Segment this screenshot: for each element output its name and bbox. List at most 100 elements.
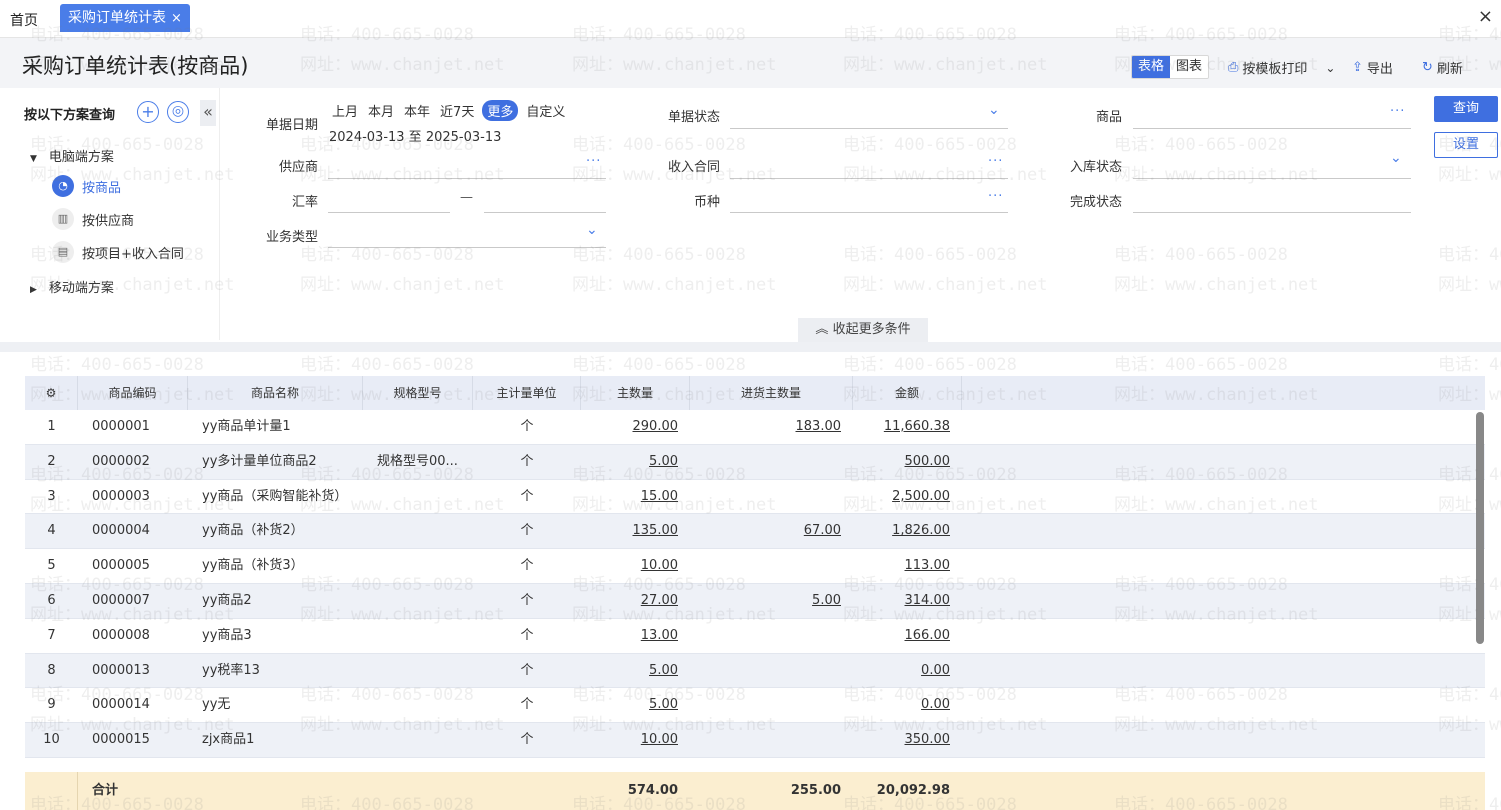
chevron-down-icon[interactable]: ⌄	[988, 102, 1000, 118]
window-close-icon[interactable]: ×	[1478, 6, 1493, 27]
drilldown-link[interactable]: 5.00	[649, 454, 678, 469]
table-row[interactable]: 3 0000003 yy商品（采购智能补货） 个 15.00 2,500.00	[25, 480, 1485, 515]
amount-cell[interactable]: 0.00	[853, 688, 962, 722]
in-qty-cell[interactable]	[690, 654, 853, 688]
biz-type-select[interactable]	[328, 247, 606, 248]
refresh-button[interactable]: ↻ 刷新	[1422, 58, 1463, 77]
col-header-in-qty[interactable]: 进货主数量	[690, 376, 853, 410]
qty-cell[interactable]: 5.00	[581, 688, 690, 722]
quick-date-more[interactable]: 更多	[482, 100, 519, 121]
col-header-code[interactable]: 商品编码	[78, 376, 188, 410]
table-row[interactable]: 9 0000014 yy无 个 5.00 0.00	[25, 688, 1485, 724]
drilldown-link[interactable]: 166.00	[905, 628, 951, 643]
drilldown-link[interactable]: 5.00	[649, 663, 678, 678]
col-header-qty[interactable]: 主数量	[581, 376, 690, 410]
more-dots-icon[interactable]: ···	[586, 154, 601, 169]
table-row[interactable]: 1 0000001 yy商品单计量1 个 290.00 183.00 11,660.38	[25, 410, 1485, 445]
drilldown-link[interactable]: 0.00	[921, 697, 950, 712]
amount-cell[interactable]: 350.00	[853, 723, 962, 757]
settings-button[interactable]: 设置	[1434, 132, 1498, 158]
drilldown-link[interactable]: 11,660.38	[884, 419, 950, 434]
table-row[interactable]: 10 0000015 zjx商品1 个 10.00 350.00	[25, 723, 1485, 758]
chevron-down-icon[interactable]: ⌄	[586, 222, 598, 238]
col-header-name[interactable]: 商品名称	[188, 376, 363, 410]
add-scheme-icon[interactable]: +	[137, 101, 159, 123]
fold-conditions-button[interactable]: ︽ 收起更多条件	[798, 318, 928, 342]
amount-cell[interactable]: 0.00	[853, 654, 962, 688]
in-qty-cell[interactable]: 67.00	[690, 514, 853, 548]
amount-cell[interactable]: 1,826.00	[853, 514, 962, 548]
col-header-spec[interactable]: 规格型号	[363, 376, 473, 410]
qty-cell[interactable]: 10.00	[581, 549, 690, 583]
in-qty-cell[interactable]	[690, 723, 853, 757]
col-header-unit[interactable]: 主计量单位	[473, 376, 581, 410]
tab-home[interactable]: 首页	[10, 10, 38, 30]
drilldown-link[interactable]: 135.00	[633, 523, 679, 538]
amount-cell[interactable]: 500.00	[853, 445, 962, 479]
stock-status-select[interactable]	[1133, 178, 1411, 179]
tree-group-mobile[interactable]: ▶ 移动端方案	[30, 277, 114, 296]
doc-status-select[interactable]	[730, 128, 1008, 129]
quick-date-this-year[interactable]: 本年	[402, 100, 432, 121]
qty-cell[interactable]: 5.00	[581, 445, 690, 479]
qty-cell[interactable]: 5.00	[581, 654, 690, 688]
drilldown-link[interactable]: 500.00	[905, 454, 951, 469]
in-qty-cell[interactable]	[690, 619, 853, 653]
drilldown-link[interactable]: 27.00	[641, 593, 678, 608]
drilldown-link[interactable]: 10.00	[641, 732, 678, 747]
column-settings-icon[interactable]: ⚙	[25, 376, 78, 410]
quick-date-last-7-days[interactable]: 近7天	[438, 100, 476, 121]
drilldown-link[interactable]: 67.00	[804, 523, 841, 538]
drilldown-link[interactable]: 2,500.00	[892, 489, 950, 504]
drilldown-link[interactable]: 290.00	[633, 419, 679, 434]
in-qty-cell[interactable]: 183.00	[690, 410, 853, 444]
quick-date-this-month[interactable]: 本月	[366, 100, 396, 121]
print-button[interactable]: ⎙ 按模板打印 ⌄	[1228, 58, 1335, 77]
qty-cell[interactable]: 10.00	[581, 723, 690, 757]
chevron-down-icon[interactable]: ⌄	[1325, 61, 1335, 75]
table-row[interactable]: 2 0000002 yy多计量单位商品2 规格型号00... 个 5.00 500.00	[25, 444, 1485, 480]
amount-cell[interactable]: 2,500.00	[853, 480, 962, 514]
in-qty-cell[interactable]	[690, 480, 853, 514]
drilldown-link[interactable]: 10.00	[641, 558, 678, 573]
table-row[interactable]: 8 0000013 yy税率13 个 5.00 0.00	[25, 653, 1485, 689]
qty-cell[interactable]: 135.00	[581, 514, 690, 548]
qty-cell[interactable]: 15.00	[581, 480, 690, 514]
qty-cell[interactable]: 27.00	[581, 584, 690, 618]
amount-cell[interactable]: 314.00	[853, 584, 962, 618]
drilldown-link[interactable]: 0.00	[921, 663, 950, 678]
scheme-by-supplier[interactable]: ▥ 按供应商	[52, 207, 134, 231]
chevron-down-icon[interactable]: ⌄	[1390, 150, 1402, 166]
amount-cell[interactable]: 113.00	[853, 549, 962, 583]
more-dots-icon[interactable]: ···	[988, 189, 1003, 204]
table-scrollbar[interactable]	[1476, 412, 1484, 644]
drilldown-link[interactable]: 314.00	[905, 593, 951, 608]
income-contract-input[interactable]	[730, 178, 1008, 179]
more-dots-icon[interactable]: ···	[1390, 104, 1405, 119]
rate-to-input[interactable]	[484, 212, 606, 213]
table-row[interactable]: 6 0000007 yy商品2 个 27.00 5.00 314.00	[25, 583, 1485, 619]
qty-cell[interactable]: 290.00	[581, 410, 690, 444]
tab-purchase-order-stats[interactable]: 采购订单统计表 ×	[60, 4, 190, 32]
in-qty-cell[interactable]	[690, 688, 853, 722]
drilldown-link[interactable]: 13.00	[641, 628, 678, 643]
product-input[interactable]	[1133, 128, 1411, 129]
complete-status-select[interactable]	[1133, 212, 1411, 213]
in-qty-cell[interactable]: 5.00	[690, 584, 853, 618]
drilldown-link[interactable]: 5.00	[812, 593, 841, 608]
target-icon[interactable]: ◎	[167, 101, 189, 123]
export-button[interactable]: ⇪ 导出	[1352, 58, 1393, 77]
collapse-panel-icon[interactable]: «	[200, 100, 216, 126]
date-range-value[interactable]: 2024-03-13 至 2025-03-13	[329, 126, 501, 145]
table-row[interactable]: 7 0000008 yy商品3 个 13.00 166.00	[25, 619, 1485, 654]
currency-input[interactable]	[730, 212, 1008, 213]
quick-date-last-month[interactable]: 上月	[330, 100, 360, 121]
drilldown-link[interactable]: 183.00	[796, 419, 842, 434]
supplier-input[interactable]	[328, 178, 606, 179]
table-row[interactable]: 4 0000004 yy商品（补货2） 个 135.00 67.00 1,826.00	[25, 514, 1485, 550]
in-qty-cell[interactable]	[690, 445, 853, 479]
amount-cell[interactable]: 11,660.38	[853, 410, 962, 444]
rate-from-input[interactable]	[328, 212, 450, 213]
quick-date-custom[interactable]: 自定义	[524, 100, 567, 121]
drilldown-link[interactable]: 5.00	[649, 697, 678, 712]
